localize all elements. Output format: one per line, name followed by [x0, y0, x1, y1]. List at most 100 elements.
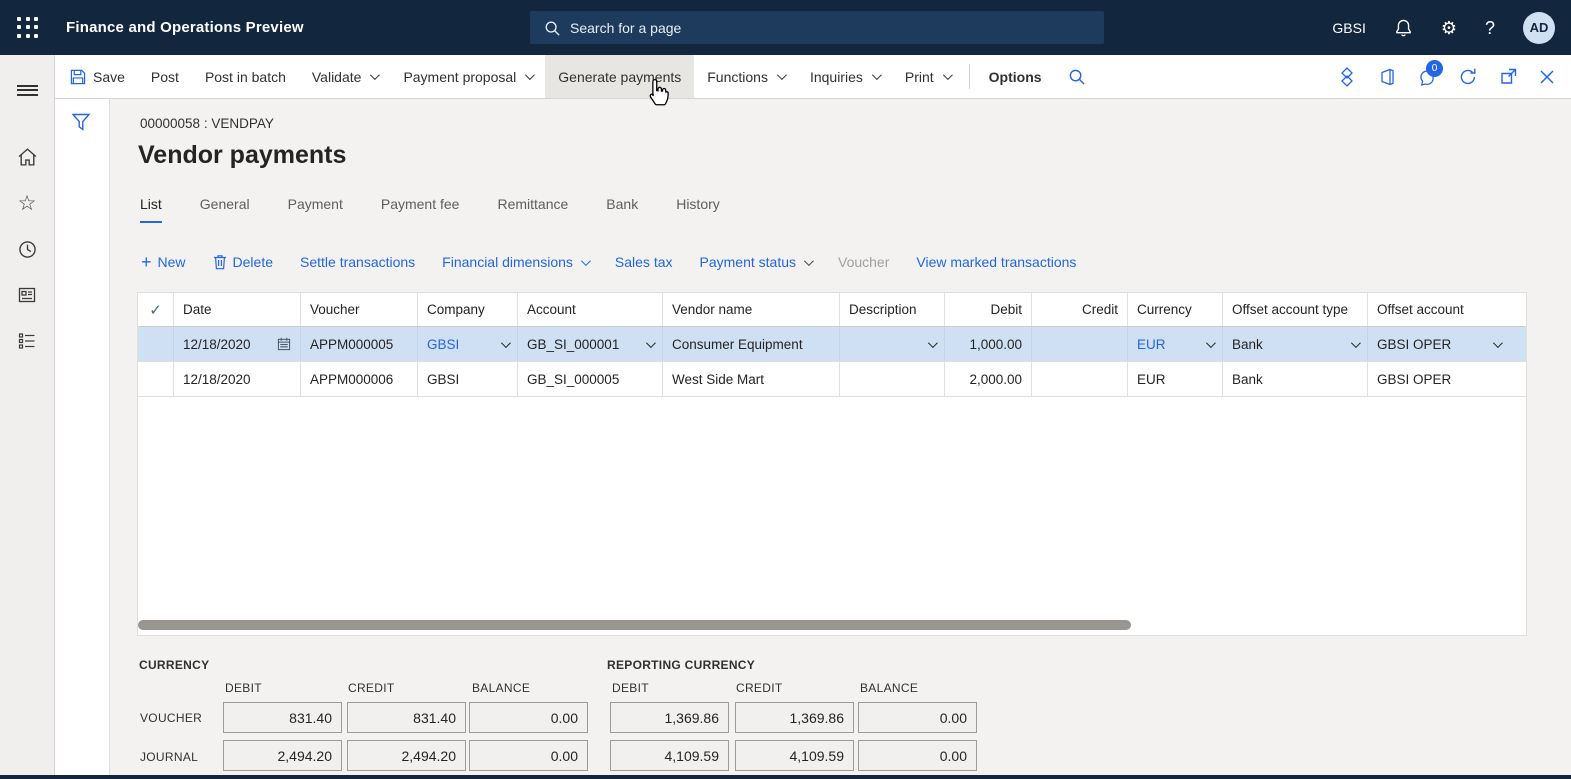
chevron-down-icon	[370, 70, 381, 81]
delete-button[interactable]: Delete	[213, 254, 273, 270]
voucher-cell[interactable]: APPM000005	[301, 327, 418, 361]
recent-clock-icon[interactable]	[0, 226, 55, 272]
save-button[interactable]: Save	[57, 55, 138, 98]
home-icon[interactable]	[0, 134, 55, 180]
help-icon[interactable]: ?	[1485, 19, 1495, 37]
inquiries-menu[interactable]: Inquiries	[797, 55, 892, 98]
row-checkbox[interactable]	[138, 327, 174, 361]
table-row[interactable]: 12/18/2020 APPM000006 GBSI GB_SI_000005 …	[138, 362, 1526, 397]
column-header-vendor-name[interactable]: Vendor name	[663, 293, 840, 326]
chevron-down-icon[interactable]	[1350, 337, 1361, 348]
chevron-down-icon[interactable]	[1492, 337, 1503, 348]
bottom-window-edge	[0, 775, 1571, 779]
column-header-offset-account-type[interactable]: Offset account type	[1223, 293, 1368, 326]
filter-funnel-icon[interactable]	[71, 112, 91, 132]
personalize-diamonds-icon[interactable]	[1337, 66, 1357, 87]
print-menu[interactable]: Print	[892, 55, 963, 98]
account-cell[interactable]: GB_SI_000001	[518, 327, 663, 361]
payment-proposal-menu[interactable]: Payment proposal	[390, 55, 545, 98]
company-cell[interactable]: GBSI	[418, 327, 518, 361]
tab-remittance[interactable]: Remittance	[497, 196, 568, 223]
tab-payment-fee[interactable]: Payment fee	[381, 196, 460, 223]
credit-cell[interactable]	[1032, 362, 1128, 396]
chevron-down-icon	[871, 70, 882, 81]
company-selector[interactable]: GBSI	[1332, 20, 1365, 36]
currency-cell[interactable]: EUR	[1128, 362, 1223, 396]
select-all-checkbox[interactable]: ✓	[138, 293, 174, 326]
post-button[interactable]: Post	[138, 55, 192, 98]
account-cell[interactable]: GB_SI_000005	[518, 362, 663, 396]
tab-history[interactable]: History	[676, 196, 720, 223]
close-icon[interactable]	[1539, 69, 1555, 85]
credit-cell[interactable]	[1032, 327, 1128, 361]
new-button[interactable]: + New	[141, 253, 186, 271]
column-header-voucher[interactable]: Voucher	[301, 293, 418, 326]
column-header-credit[interactable]: Credit	[1032, 293, 1128, 326]
description-cell[interactable]	[840, 327, 945, 361]
record-caption: 00000058 : VENDPAY	[140, 116, 274, 131]
search-icon	[1069, 69, 1085, 85]
settle-transactions-button[interactable]: Settle transactions	[300, 254, 415, 270]
financial-dimensions-menu[interactable]: Financial dimensions	[442, 254, 591, 270]
offset-account-cell[interactable]: GBSI OPER	[1368, 362, 1509, 396]
modules-list-icon[interactable]	[0, 318, 55, 364]
chevron-down-icon[interactable]	[645, 337, 656, 348]
column-header-debit[interactable]: Debit	[945, 293, 1032, 326]
debit-cell[interactable]: 1,000.00	[945, 327, 1032, 361]
action-center-button[interactable]: 0	[1417, 59, 1443, 87]
tab-general[interactable]: General	[200, 196, 250, 223]
column-header-description[interactable]: Description	[840, 293, 945, 326]
validate-menu[interactable]: Validate	[299, 55, 391, 98]
scrollbar-thumb[interactable]	[138, 620, 1131, 630]
vendor-name-cell[interactable]: Consumer Equipment	[663, 327, 840, 361]
debit-cell[interactable]: 2,000.00	[945, 362, 1032, 396]
table-row-selected[interactable]: 12/18/2020 APPM000005 GBSI GB_SI_000001 …	[138, 327, 1526, 362]
options-tab[interactable]: Options	[976, 55, 1055, 98]
refresh-icon[interactable]	[1458, 67, 1478, 87]
bell-icon[interactable]	[1394, 18, 1413, 38]
description-cell[interactable]	[840, 362, 945, 396]
gear-icon[interactable]: ⚙	[1441, 19, 1457, 37]
offset-account-type-cell[interactable]: Bank	[1223, 327, 1368, 361]
column-header-currency[interactable]: Currency	[1128, 293, 1223, 326]
currency-cell[interactable]: EUR	[1128, 327, 1223, 361]
page-search-input[interactable]: Search for a page	[530, 11, 1104, 44]
office-apps-icon[interactable]	[1378, 68, 1396, 86]
app-launcher-waffle-icon[interactable]	[17, 16, 39, 39]
worksheet-form-icon[interactable]	[0, 272, 55, 318]
horizontal-scrollbar[interactable]	[138, 619, 1526, 631]
offset-account-cell[interactable]: GBSI OPER	[1368, 327, 1509, 361]
chevron-down-icon[interactable]	[927, 337, 938, 348]
column-header-account[interactable]: Account	[518, 293, 663, 326]
payment-status-menu[interactable]: Payment status	[700, 254, 814, 270]
open-in-new-window-icon[interactable]	[1499, 67, 1518, 86]
chevron-down-icon[interactable]	[500, 337, 511, 348]
tab-payment[interactable]: Payment	[288, 196, 343, 223]
company-cell[interactable]: GBSI	[418, 362, 518, 396]
reporting-voucher-credit-field: 1,369.86	[735, 702, 854, 733]
favorites-star-icon[interactable]: ☆	[0, 180, 55, 226]
tab-list[interactable]: List	[140, 196, 162, 223]
row-checkbox[interactable]	[138, 362, 174, 396]
view-marked-transactions-button[interactable]: View marked transactions	[916, 254, 1076, 270]
hamburger-menu-icon[interactable]	[0, 67, 55, 113]
user-avatar[interactable]: AD	[1523, 11, 1555, 44]
chevron-down-icon[interactable]	[1205, 337, 1216, 348]
voucher-button: Voucher	[838, 254, 890, 270]
generate-payments-button[interactable]: Generate payments	[545, 55, 695, 98]
functions-menu[interactable]: Functions	[694, 55, 797, 98]
vendor-name-cell[interactable]: West Side Mart	[663, 362, 840, 396]
date-cell[interactable]: 12/18/2020	[174, 362, 301, 396]
sales-tax-button[interactable]: Sales tax	[615, 254, 673, 270]
reporting-journal-debit-field: 4,109.59	[610, 740, 729, 771]
column-header-date[interactable]: Date	[174, 293, 301, 326]
offset-account-type-cell[interactable]: Bank	[1223, 362, 1368, 396]
column-header-company[interactable]: Company	[418, 293, 518, 326]
voucher-cell[interactable]: APPM000006	[301, 362, 418, 396]
column-header-offset-account[interactable]: Offset account	[1368, 293, 1509, 326]
actionbar-search-button[interactable]	[1055, 55, 1098, 98]
tab-bank[interactable]: Bank	[606, 196, 638, 223]
calendar-icon[interactable]	[277, 337, 291, 351]
post-in-batch-button[interactable]: Post in batch	[192, 55, 299, 98]
date-cell[interactable]: 12/18/2020	[174, 327, 301, 361]
